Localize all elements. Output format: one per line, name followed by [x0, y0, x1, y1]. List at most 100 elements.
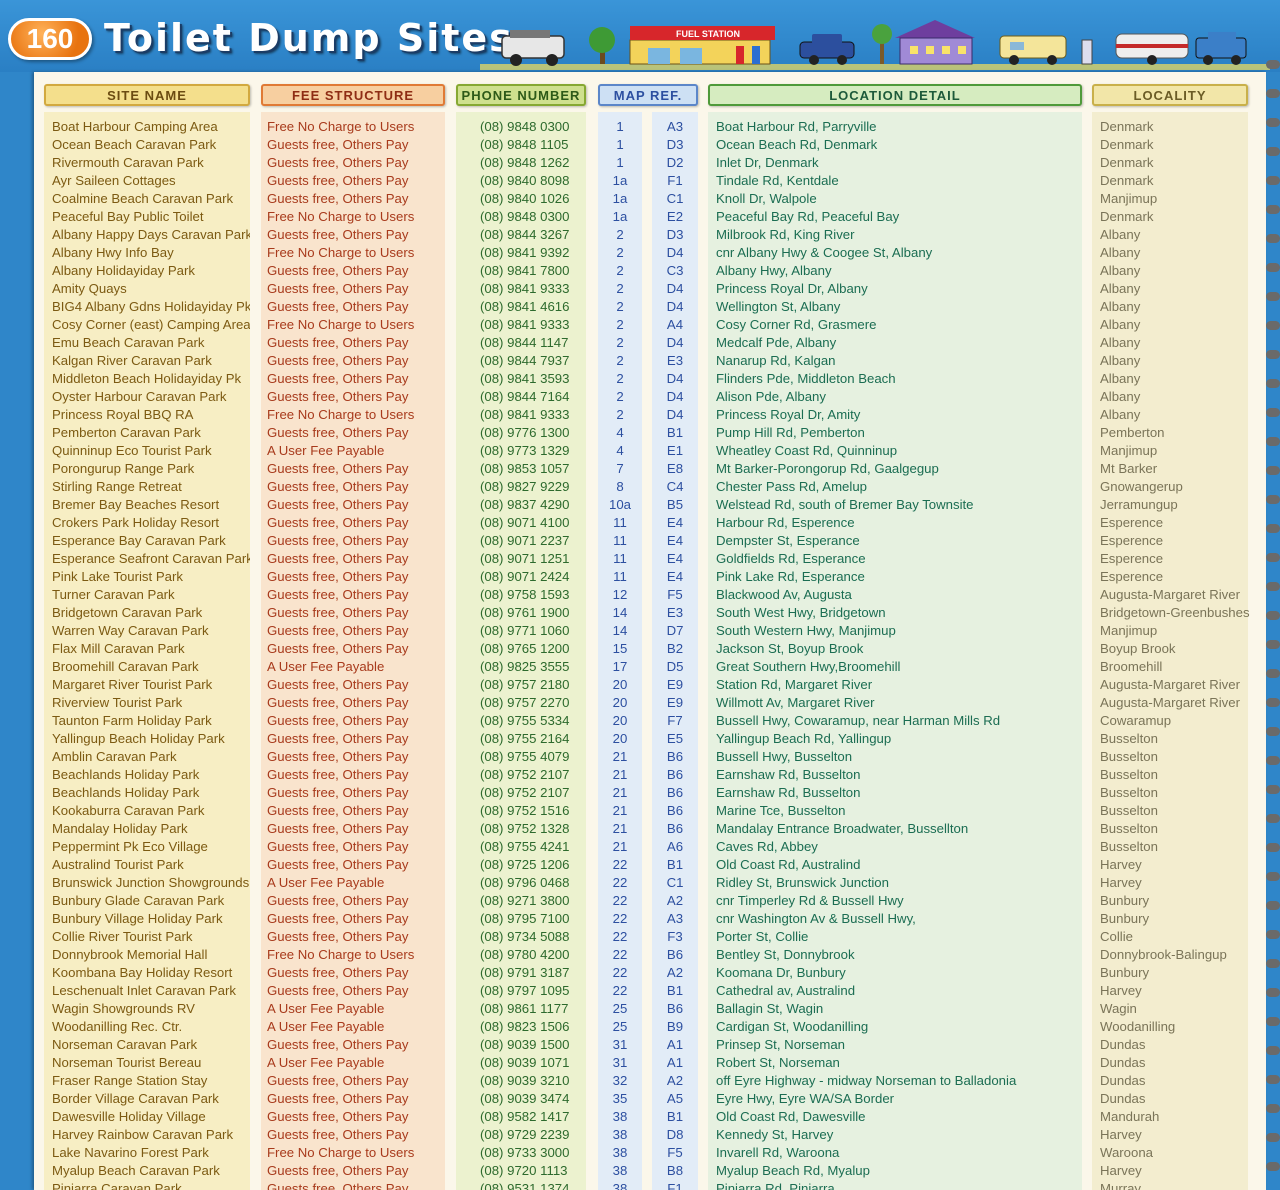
table-row: Cosy Corner (east) Camping Area Free No C…	[0, 316, 1280, 334]
map-page-cell: 2	[616, 227, 624, 242]
map-page-cell: 1a	[612, 173, 628, 188]
map-page-cell: 22	[612, 893, 628, 908]
location-detail-cell: Earnshaw Rd, Busselton	[716, 767, 861, 782]
map-page-cell: 31	[612, 1037, 628, 1052]
phone-number-cell: (08) 9841 3593	[480, 371, 570, 386]
map-page-cell: 22	[612, 929, 628, 944]
phone-number-cell: (08) 9071 2424	[480, 569, 570, 584]
map-page-cell: 25	[612, 1019, 628, 1034]
spiral-ring	[1266, 234, 1280, 243]
map-page-cell: 12	[612, 587, 628, 602]
map-grid-cell: A1	[666, 1037, 684, 1052]
locality-cell: Harvey	[1100, 1127, 1142, 1142]
table-row: Stirling Range Retreat Guests free, Other…	[0, 478, 1280, 496]
map-grid-cell: E9	[666, 677, 684, 692]
map-grid-cell: B1	[666, 425, 684, 440]
map-page-cell: 15	[612, 641, 628, 656]
location-detail-cell: Bentley St, Donnybrook	[716, 947, 855, 962]
map-grid-cell: B6	[666, 821, 684, 836]
location-detail-cell: Chester Pass Rd, Amelup	[716, 479, 867, 494]
map-page-cell: 25	[612, 1001, 628, 1016]
table-row: Oyster Harbour Caravan Park Guests free, …	[0, 388, 1280, 406]
map-grid-cell: D4	[666, 335, 684, 350]
locality-cell: Albany	[1100, 245, 1141, 260]
map-grid-cell: E2	[666, 209, 684, 224]
map-page-cell: 21	[612, 785, 628, 800]
locality-cell: Mandurah	[1100, 1109, 1160, 1124]
locality-cell: Esperence	[1100, 569, 1164, 584]
fee-structure-cell: Guests free, Others Pay	[267, 587, 409, 602]
map-grid-cell: A2	[666, 965, 684, 980]
location-detail-cell: Pinjarra Rd, Pinjarra	[716, 1181, 835, 1190]
locality-cell: Mt Barker	[1100, 461, 1158, 476]
table-row: Flax Mill Caravan Park Guests free, Other…	[0, 640, 1280, 658]
table-row: Mandalay Holiday Park Guests free, Others…	[0, 820, 1280, 838]
map-page-cell: 21	[612, 839, 628, 854]
locality-cell: Harvey	[1100, 857, 1142, 872]
phone-number-cell: (08) 9757 2270	[480, 695, 570, 710]
fee-structure-cell: Free No Charge to Users	[267, 245, 415, 260]
fee-structure-cell: Guests free, Others Pay	[267, 425, 409, 440]
spiral-ring	[1266, 669, 1280, 678]
locality-cell: Pemberton	[1100, 425, 1165, 440]
locality-cell: Woodanilling	[1100, 1019, 1176, 1034]
map-page-cell: 4	[616, 443, 624, 458]
phone-number-cell: (08) 9725 1206	[480, 857, 570, 872]
fee-structure-cell: Free No Charge to Users	[267, 947, 415, 962]
spiral-ring	[1266, 524, 1280, 533]
map-grid-cell: A2	[666, 1073, 684, 1088]
locality-cell: Albany	[1100, 317, 1141, 332]
locality-cell: Busselton	[1100, 821, 1158, 836]
phone-number-cell: (08) 9758 1593	[480, 587, 570, 602]
map-page-cell: 10a	[608, 497, 631, 512]
site-name-cell: Leschenualt Inlet Caravan Park	[52, 983, 237, 998]
phone-number-cell: (08) 9752 1328	[480, 821, 570, 836]
map-grid-cell: A1	[666, 1055, 684, 1070]
spiral-ring	[1266, 205, 1280, 214]
spiral-ring	[1266, 756, 1280, 765]
map-grid-cell: C4	[666, 479, 684, 494]
location-detail-cell: Caves Rd, Abbey	[716, 839, 818, 854]
locality-header: LOCALITY	[1092, 84, 1248, 106]
site-name-cell: Rivermouth Caravan Park	[52, 155, 204, 170]
fee-structure-cell: Guests free, Others Pay	[267, 263, 409, 278]
locality-cell: Bunbury	[1100, 911, 1150, 926]
phone-number-cell: (08) 9841 9333	[480, 407, 570, 422]
phone-number-cell: (08) 9071 4100	[480, 515, 570, 530]
location-detail-cell: Invarell Rd, Waroona	[716, 1145, 840, 1160]
spiral-ring	[1266, 176, 1280, 185]
fee-structure-cell: Guests free, Others Pay	[267, 479, 409, 494]
spiral-ring	[1266, 437, 1280, 446]
map-grid-cell: A3	[666, 911, 684, 926]
fee-structure-cell: Guests free, Others Pay	[267, 893, 409, 908]
map-page-cell: 20	[612, 695, 628, 710]
phone-number-cell: (08) 9841 9333	[480, 281, 570, 296]
map-ref-header: MAP REF.	[598, 84, 698, 106]
locality-cell: Esperence	[1100, 515, 1164, 530]
tree-icon	[589, 27, 615, 64]
fee-structure-cell: Guests free, Others Pay	[267, 1181, 409, 1190]
table-row: Middleton Beach Holidayiday Pk Guests fre…	[0, 370, 1280, 388]
locality-cell: Albany	[1100, 263, 1141, 278]
spiral-ring	[1266, 553, 1280, 562]
site-name-cell: Albany Hwy Info Bay	[52, 245, 174, 260]
location-detail-cell: Marine Tce, Busselton	[716, 803, 846, 818]
table-row: Fraser Range Station Stay Guests free, Ot…	[0, 1072, 1280, 1090]
site-name-cell: Princess Royal BBQ RA	[52, 407, 194, 422]
location-detail-cell: Tindale Rd, Kentdale	[716, 173, 839, 188]
location-detail-cell: Yallingup Beach Rd, Yallingup	[716, 731, 892, 746]
fee-structure-cell: A User Fee Payable	[267, 659, 385, 674]
locality-cell: Denmark	[1100, 173, 1154, 188]
fee-structure-cell: Guests free, Others Pay	[267, 749, 409, 764]
fee-structure-cell: Guests free, Others Pay	[267, 569, 409, 584]
table-row: Lake Navarino Forest Park Free No Charge …	[0, 1144, 1280, 1162]
table-row: Boat Harbour Camping Area Free No Charge …	[0, 118, 1280, 136]
fee-structure-cell: Guests free, Others Pay	[267, 695, 409, 710]
location-detail-cell: Princess Royal Dr, Amity	[716, 407, 861, 422]
fee-structure-cell: Guests free, Others Pay	[267, 281, 409, 296]
map-grid-cell: D4	[666, 389, 684, 404]
locality-cell: Murray	[1100, 1181, 1142, 1190]
table-row: Collie River Tourist Park Guests free, Ot…	[0, 928, 1280, 946]
phone-number-cell: (08) 9841 9392	[480, 245, 570, 260]
map-page-cell: 38	[612, 1145, 628, 1160]
